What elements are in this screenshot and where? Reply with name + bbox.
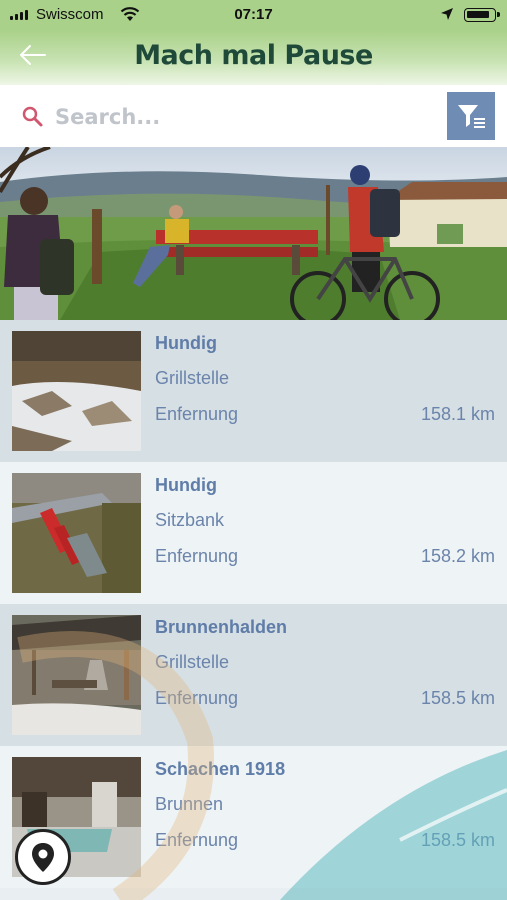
place-name: Hundig [155,333,217,353]
list-item[interactable]: Brunnenhalden Grillstelle Enfernung 158.… [0,604,507,746]
place-type: Sitzbank [155,510,225,530]
filter-button[interactable] [447,92,495,140]
list-item[interactable]: Schachen 1918 Brunnen Enfernung 158.5 km [0,746,507,888]
distance-value: 158.5 km [420,688,495,708]
place-name: Brunnenhalden [155,617,288,637]
search-icon [22,106,43,127]
place-thumbnail [12,331,141,451]
filter-icon [458,105,485,128]
location-arrow-icon [441,8,453,20]
place-thumbnail [12,473,141,593]
place-name: Schachen 1918 [155,759,286,779]
distance-value: 158.5 km [420,830,495,850]
navigation-bar: Mach mal Pause [0,30,507,85]
distance-label: Enfernung [155,688,239,708]
status-bar: Swisscom 07:17 [0,0,507,30]
distance-value: 158.2 km [420,546,495,566]
list-item[interactable]: Hundig Sitzbank Enfernung 158.2 km [0,462,507,604]
distance-label: Enfernung [155,404,239,424]
search-bar [0,85,507,147]
distance-label: Enfernung [155,546,239,566]
place-type: Brunnen [155,794,224,814]
location-pin-icon [32,843,54,872]
list-item[interactable]: Hundig Grillstelle Enfernung 158.1 km [0,320,507,462]
place-type: Grillstelle [155,368,230,388]
battery-icon [464,8,500,22]
page-title: Mach mal Pause [134,40,373,71]
places-list: Hundig Grillstelle Enfernung 158.1 km Hu… [0,320,507,900]
place-thumbnail [12,615,141,735]
place-type: Grillstelle [155,652,230,672]
distance-label: Enfernung [155,830,239,850]
distance-value: 158.1 km [420,404,495,424]
place-name: Hundig [155,475,217,495]
search-input[interactable] [55,101,415,133]
map-button[interactable] [15,829,71,885]
hero-image [0,147,507,320]
clock: 07:17 [234,6,273,23]
